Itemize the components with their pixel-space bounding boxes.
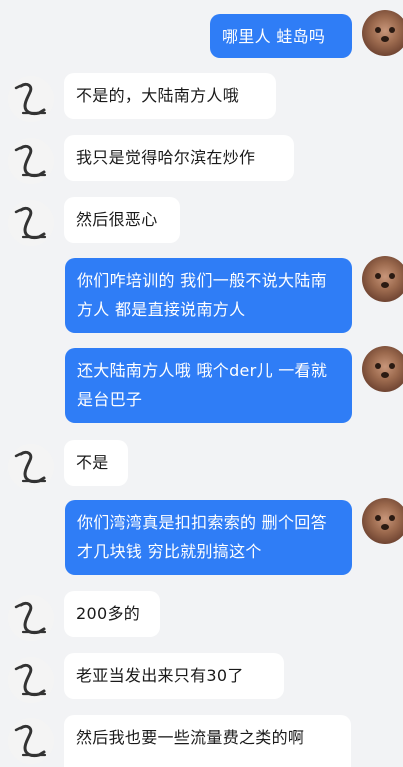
swan-icon [14,601,47,635]
outgoing-message-bubble[interactable]: 哪里人 蛙岛吗 [210,14,352,58]
dog-avatar[interactable] [362,498,403,544]
swan-avatar[interactable] [8,657,54,703]
dog-icon [375,515,395,530]
swan-icon [14,450,47,484]
swan-icon [14,206,47,240]
outgoing-message-bubble[interactable]: 你们湾湾真是扣扣索索的 删个回答才几块钱 穷比就别搞这个 [65,500,352,575]
incoming-message-bubble[interactable]: 老亚当发出来只有30了 [64,653,284,699]
dog-avatar[interactable] [362,256,403,302]
incoming-message-bubble[interactable]: 不是的，大陆南方人哦 [64,73,276,119]
dog-icon [375,273,395,288]
swan-avatar[interactable] [8,138,54,184]
dog-icon [375,363,395,378]
dog-avatar[interactable] [362,10,403,56]
swan-avatar[interactable] [8,444,54,490]
swan-icon [14,144,47,178]
dog-icon [375,27,395,42]
incoming-message-bubble[interactable]: 200多的 [64,591,160,637]
swan-avatar[interactable] [8,200,54,246]
incoming-message-bubble[interactable]: 我只是觉得哈尔滨在炒作 [64,135,294,181]
dog-avatar[interactable] [362,346,403,392]
incoming-message-bubble[interactable]: 然后很恶心 [64,197,180,243]
incoming-message-bubble[interactable]: 不是 [64,440,128,486]
chat-thread: 哪里人 蛙岛吗 不是的，大陆南方人哦 我只是觉得哈尔滨在炒作 然后很恶心 你们咋… [0,0,403,767]
outgoing-message-bubble[interactable]: 你们咋培训的 我们一般不说大陆南方人 都是直接说南方人 [65,258,352,333]
swan-avatar[interactable] [8,76,54,122]
outgoing-message-bubble[interactable]: 还大陆南方人哦 哦个der儿 一看就是台巴子 [65,348,352,423]
incoming-message-bubble[interactable]: 然后我也要一些流量费之类的啊 [64,715,351,767]
swan-icon [14,82,47,116]
swan-icon [14,663,47,697]
swan-avatar[interactable] [8,595,54,641]
swan-avatar[interactable] [8,718,54,764]
swan-icon [14,724,47,758]
